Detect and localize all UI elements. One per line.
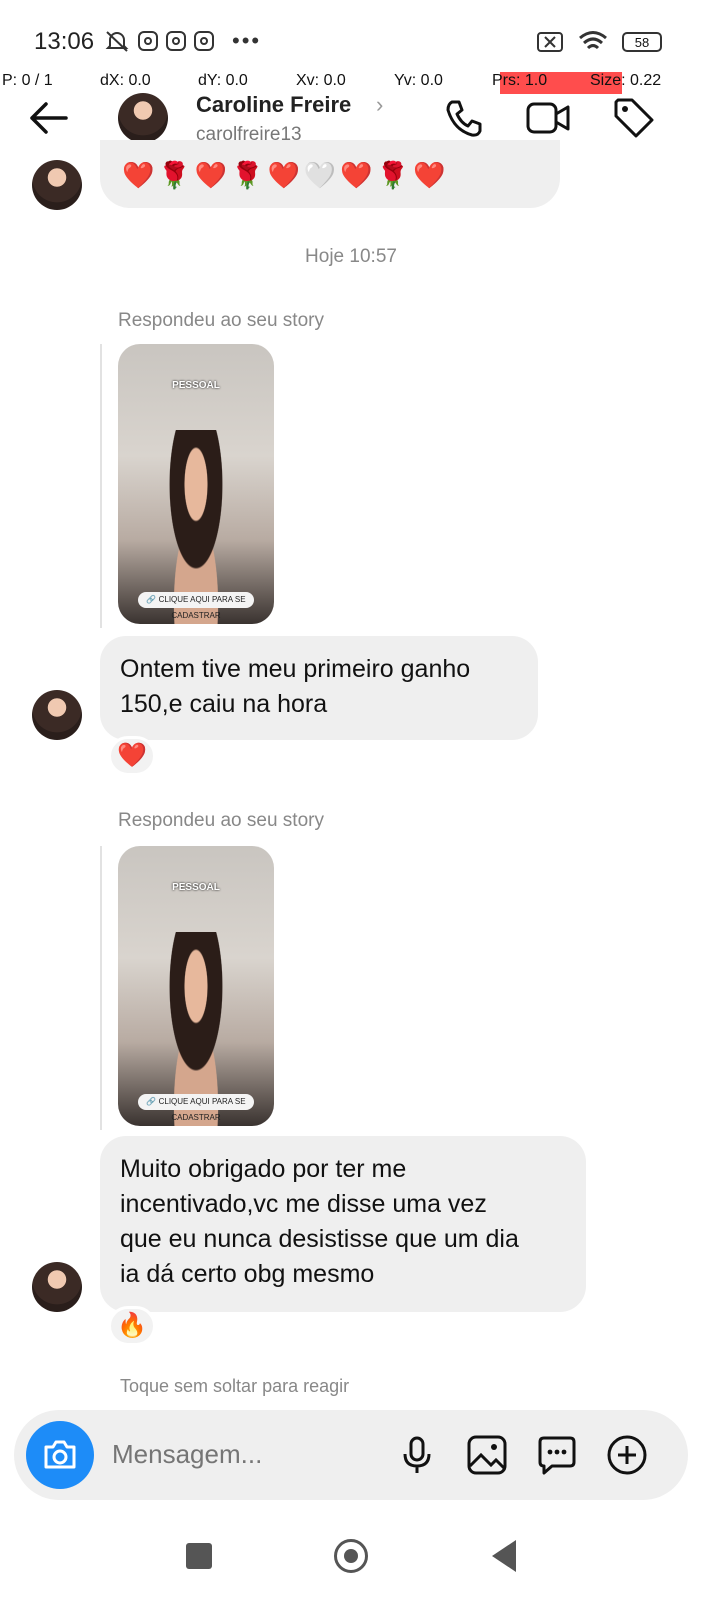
tag-icon[interactable]: [612, 96, 656, 140]
battery-indicator: 58: [622, 32, 662, 52]
story-thumbnail[interactable]: PESSOAL 🔗 CLIQUE AQUI PARA SE CADASTRAR: [118, 344, 274, 624]
emoji: ❤️: [267, 160, 300, 190]
sender-avatar[interactable]: [32, 1262, 82, 1312]
no-sim-icon: [537, 32, 563, 52]
react-hint: Toque sem soltar para reagir: [120, 1376, 350, 1396]
emoji: 🌹: [376, 160, 409, 190]
story-reply-label: Respondeu ao seu story: [118, 810, 324, 831]
message-line: que eu nunca desistisse que um dia: [120, 1225, 519, 1253]
recent-apps-button[interactable]: [186, 1543, 212, 1569]
instagram-icon: [138, 31, 158, 51]
message-line: incentivado,vc me disse uma vez: [120, 1190, 487, 1218]
chevron-right-icon[interactable]: ›: [376, 92, 383, 118]
pointer-debug-overlay: P: 0 / 1 dX: 0.0 dY: 0.0 Xv: 0.0 Yv: 0.0…: [0, 72, 702, 94]
story-thumbnail[interactable]: PESSOAL 🔗 CLIQUE AQUI PARA SE CADASTRAR: [118, 846, 274, 1126]
debug-prs: Prs: 1.0: [492, 72, 548, 89]
wifi-icon: [579, 31, 607, 50]
camera-button[interactable]: [26, 1421, 94, 1489]
emoji: 🌹: [231, 160, 264, 190]
debug-yv: Yv: 0.0: [394, 72, 443, 89]
contact-avatar[interactable]: [118, 93, 168, 143]
emoji: 🌹: [158, 160, 191, 190]
reaction-badge[interactable]: 🔥: [108, 1306, 156, 1346]
message-bubble[interactable]: Ontem tive meu primeiro ganho 150,e caiu…: [100, 636, 538, 740]
emoji-message: ❤️ 🌹 ❤️ 🌹 ❤️ 🤍 ❤️ 🌹 ❤️: [122, 162, 445, 188]
debug-dy: dY: 0.0: [198, 72, 248, 89]
reply-line: [100, 344, 102, 628]
microphone-icon[interactable]: [396, 1434, 438, 1476]
reply-line: [100, 846, 102, 1130]
message-composer: [14, 1410, 688, 1500]
more-notifications-icon: •••: [232, 28, 262, 53]
status-time: 13:06: [34, 28, 95, 55]
debug-xv: Xv: 0.0: [296, 72, 346, 89]
story-cta: 🔗 CLIQUE AQUI PARA SE CADASTRAR: [138, 592, 254, 620]
emoji: ❤️: [122, 160, 155, 190]
muted-bell-icon: [105, 31, 129, 52]
gallery-icon[interactable]: [466, 1434, 508, 1476]
emoji: 🤍: [303, 160, 337, 190]
emoji: ❤️: [340, 160, 373, 190]
phone-icon[interactable]: [442, 96, 486, 140]
chat-timestamp: Hoje 10:57: [305, 246, 397, 267]
status-system-icons: 58: [536, 30, 662, 54]
story-reply-label: Respondeu ao seu story: [118, 310, 324, 331]
plus-circle-icon[interactable]: [606, 1434, 648, 1476]
story-tag: PESSOAL: [172, 882, 220, 893]
message-bubble[interactable]: Muito obrigado por ter me incentivado,vc…: [100, 1136, 586, 1312]
back-button[interactable]: [492, 1540, 516, 1572]
message-line: Muito obrigado por ter me: [120, 1155, 407, 1183]
instagram-icon: [194, 31, 214, 51]
debug-pointer: P: 0 / 1: [2, 72, 53, 89]
debug-dx: dX: 0.0: [100, 72, 151, 89]
video-call-icon[interactable]: [526, 96, 570, 140]
chat-bubble-icon[interactable]: [536, 1434, 578, 1476]
status-notification-icons: •••: [104, 28, 261, 54]
emoji: ❤️: [194, 160, 228, 190]
story-cta: 🔗 CLIQUE AQUI PARA SE CADASTRAR: [138, 1094, 254, 1122]
reaction-badge[interactable]: ❤️: [108, 736, 156, 776]
message-input[interactable]: [110, 1438, 374, 1471]
camera-icon: [44, 1440, 76, 1469]
message-bubble[interactable]: ❤️ 🌹 ❤️ 🌹 ❤️ 🤍 ❤️ 🌹 ❤️: [100, 140, 560, 208]
contact-name[interactable]: Caroline Freire: [196, 92, 351, 118]
message-line: Ontem tive meu primeiro ganho: [120, 655, 471, 683]
debug-size: Size: 0.22: [590, 72, 662, 89]
sender-avatar[interactable]: [32, 690, 82, 740]
story-tag: PESSOAL: [172, 380, 220, 391]
emoji: ❤️: [413, 160, 446, 190]
message-line: ia dá certo obg mesmo: [120, 1260, 375, 1288]
message-line: 150,e caiu na hora: [120, 690, 328, 718]
home-button[interactable]: [334, 1539, 368, 1573]
sender-avatar[interactable]: [32, 160, 82, 210]
back-arrow-icon[interactable]: [26, 98, 72, 138]
instagram-icon: [166, 31, 186, 51]
